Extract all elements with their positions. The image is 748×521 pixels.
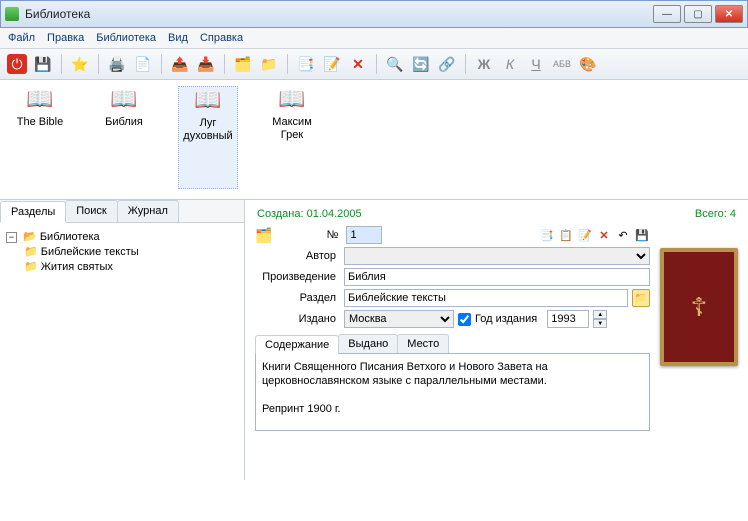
rec-save-icon[interactable]: 💾 <box>634 227 650 243</box>
book-cover: ☦ <box>660 248 738 366</box>
created-info: Создана: 01.04.2005 <box>257 208 362 220</box>
edit-button[interactable]: 📝 <box>321 53 343 75</box>
color-button[interactable]: 🎨 <box>577 53 599 75</box>
detail-sub-tabs: Содержание Выдано Место <box>255 334 650 353</box>
menu-view[interactable]: Вид <box>168 32 188 44</box>
card-button[interactable]: 🗂️ <box>232 53 254 75</box>
tree-label: Библейские тексты <box>41 246 139 258</box>
minimize-button[interactable]: — <box>653 5 681 23</box>
info-bar: Создана: 01.04.2005 Всего: 4 <box>255 208 738 220</box>
tree-label: Жития святых <box>41 261 113 273</box>
underline-button[interactable]: Ч <box>525 53 547 75</box>
author-select[interactable] <box>344 247 650 265</box>
book-icon: 📖 <box>10 86 70 112</box>
delete-button[interactable]: ✕ <box>347 53 369 75</box>
book-icon: 📖 <box>262 86 322 112</box>
export-button[interactable]: 📤 <box>169 53 191 75</box>
folder-icon: 📁 <box>24 261 38 273</box>
app-icon <box>5 7 19 21</box>
main-toolbar: ⏻ 💾 ⭐ 🖨️ 📄 📤 📥 🗂️ 📁 📑 📝 ✕ 🔍 🔄 🔗 Ж К Ч АБ… <box>0 49 748 80</box>
add-button[interactable]: 📑 <box>295 53 317 75</box>
favorite-button[interactable]: ⭐ <box>69 53 91 75</box>
book-icon: 📖 <box>94 86 154 112</box>
section-browse-button[interactable]: 📁 <box>632 289 650 307</box>
tab-journal[interactable]: Журнал <box>117 200 179 222</box>
num-input[interactable] <box>346 226 382 244</box>
tree-label: Библиотека <box>40 231 100 243</box>
book-shelf: 📖 The Bible 📖 Библия 📖 Луг духовный 📖 Ма… <box>0 80 748 200</box>
tree-node-lives[interactable]: 📁 Жития святых <box>24 259 238 274</box>
published-select[interactable]: Москва <box>344 310 454 328</box>
folder-icon: 📂 <box>23 231 37 243</box>
menubar: Файл Правка Библиотека Вид Справка <box>0 28 748 49</box>
spellcheck-button[interactable]: АБВ <box>551 53 573 75</box>
rec-undo-icon[interactable]: ↶ <box>615 227 631 243</box>
shelf-label: Библия <box>94 116 154 129</box>
shelf-item-the-bible[interactable]: 📖 The Bible <box>10 86 70 189</box>
record-form: 🗂️ № 📑 📋 📝 ✕ ↶ 💾 Автор <box>255 226 650 431</box>
rec-add-icon[interactable]: 📑 <box>539 227 555 243</box>
author-label: Автор <box>255 250 340 262</box>
folder-icon: 📁 <box>24 246 38 258</box>
import-button[interactable]: 📥 <box>195 53 217 75</box>
rec-copy-icon[interactable]: 📋 <box>558 227 574 243</box>
maximize-button[interactable]: ▢ <box>684 5 712 23</box>
total-info: Всего: 4 <box>695 208 736 220</box>
book-icon: 📖 <box>179 87 237 113</box>
subtab-content[interactable]: Содержание <box>255 335 339 354</box>
year-spinner[interactable]: ▲▼ <box>593 310 607 328</box>
tab-sections[interactable]: Разделы <box>0 201 66 223</box>
titlebar: Библиотека — ▢ ✕ <box>0 0 748 28</box>
year-checkbox[interactable] <box>458 313 471 326</box>
year-check-label: Год издания <box>475 313 537 325</box>
rec-delete-icon[interactable]: ✕ <box>596 227 612 243</box>
description-text[interactable]: Книги Священного Писания Ветхого и Новог… <box>255 353 650 431</box>
folder-button[interactable]: 📁 <box>258 53 280 75</box>
shelf-label: The Bible <box>10 116 70 129</box>
left-tabs: Разделы Поиск Журнал <box>0 200 244 223</box>
bold-button[interactable]: Ж <box>473 53 495 75</box>
record-icon: 🗂️ <box>255 227 272 244</box>
sections-tree: − 📂 Библиотека 📁 Библейские тексты 📁 Жит… <box>0 223 244 480</box>
menu-library[interactable]: Библиотека <box>96 32 156 44</box>
search-button[interactable]: 🔍 <box>384 53 406 75</box>
shelf-label: Максим Грек <box>262 116 322 142</box>
shelf-label: Луг духовный <box>179 117 237 143</box>
lower-pane: Разделы Поиск Журнал − 📂 Библиотека 📁 Би… <box>0 200 748 480</box>
published-label: Издано <box>255 313 340 325</box>
record-toolbar: 📑 📋 📝 ✕ ↶ 💾 <box>539 227 650 243</box>
shelf-item-lug[interactable]: 📖 Луг духовный <box>178 86 238 189</box>
left-panel: Разделы Поиск Журнал − 📂 Библиотека 📁 Би… <box>0 200 245 480</box>
subtab-place[interactable]: Место <box>397 334 449 353</box>
expand-icon[interactable]: − <box>6 232 17 243</box>
print-button[interactable]: 🖨️ <box>106 53 128 75</box>
italic-button[interactable]: К <box>499 53 521 75</box>
work-input[interactable] <box>344 268 650 286</box>
menu-edit[interactable]: Правка <box>47 32 84 44</box>
tree-node-biblical[interactable]: 📁 Библейские тексты <box>24 244 238 259</box>
save-button[interactable]: 💾 <box>32 53 54 75</box>
menu-file[interactable]: Файл <box>8 32 35 44</box>
menu-help[interactable]: Справка <box>200 32 243 44</box>
tab-search[interactable]: Поиск <box>65 200 117 222</box>
window-title: Библиотека <box>25 7 653 21</box>
shelf-item-maksim[interactable]: 📖 Максим Грек <box>262 86 322 189</box>
tree-root[interactable]: − 📂 Библиотека <box>6 229 238 244</box>
section-input[interactable] <box>344 289 628 307</box>
close-button[interactable]: ✕ <box>715 5 743 23</box>
work-label: Произведение <box>255 271 340 283</box>
section-label: Раздел <box>255 292 340 304</box>
print-preview-button[interactable]: 📄 <box>132 53 154 75</box>
rec-edit-icon[interactable]: 📝 <box>577 227 593 243</box>
shelf-item-biblia[interactable]: 📖 Библия <box>94 86 154 189</box>
subtab-issued[interactable]: Выдано <box>338 334 398 353</box>
detail-panel: Создана: 01.04.2005 Всего: 4 🗂️ № 📑 📋 📝 … <box>245 200 748 480</box>
year-input[interactable] <box>547 310 589 328</box>
link-button[interactable]: 🔗 <box>436 53 458 75</box>
refresh-button[interactable]: 🔄 <box>410 53 432 75</box>
power-button[interactable]: ⏻ <box>6 53 28 75</box>
num-label: № <box>282 229 342 241</box>
window-buttons: — ▢ ✕ <box>653 5 743 23</box>
